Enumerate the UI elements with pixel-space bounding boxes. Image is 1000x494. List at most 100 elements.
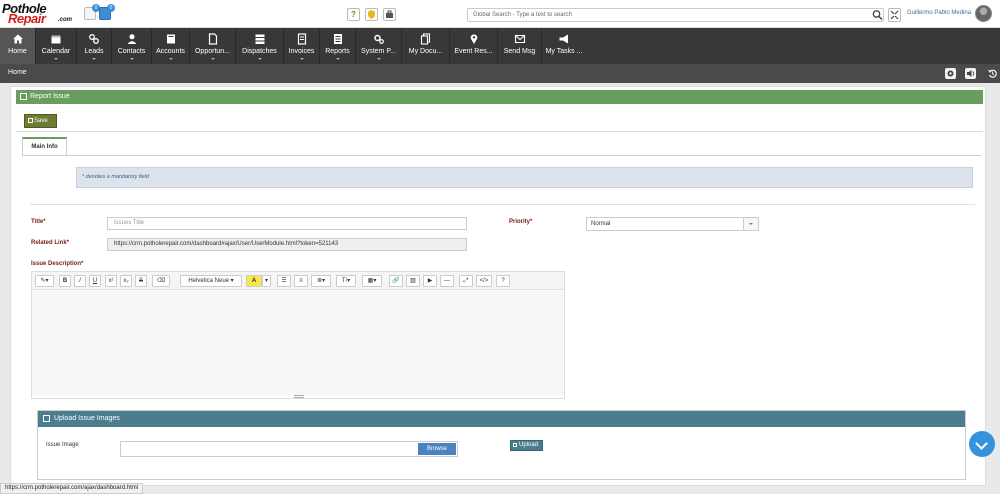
unordered-list-icon[interactable]: ☰ [277,275,291,287]
chevron-down-icon [257,58,262,60]
nav-item-event-resources[interactable]: Event Res... [450,28,498,64]
image-icon[interactable]: ▨ [406,275,420,287]
editor-help-button[interactable]: ? [496,275,510,287]
resize-handle[interactable] [294,395,304,398]
table-icon[interactable]: ▦▾ [362,275,382,287]
subscript-button[interactable]: x₂ [120,275,132,287]
browse-button[interactable]: Browse [418,443,456,455]
save-label: Save [34,118,48,124]
nav-item-home[interactable]: Home [0,28,36,64]
help-button[interactable]: ? [347,8,360,21]
editor-toolbar: ✎▾ B I U x² x₂ S ⌫ Helvetica Neue ▾ A ▾ … [32,272,564,290]
paragraph-align-icon[interactable]: ≣▾ [311,275,331,287]
italic-button[interactable]: I [74,275,86,287]
user-name[interactable]: Guillermo Pablo Medina [907,10,971,16]
issue-image-file-input[interactable]: Browse [120,441,458,457]
invoice-icon [297,33,306,45]
chevron-down-icon [299,58,304,60]
fullscreen-icon[interactable] [888,8,901,22]
font-family-select[interactable]: Helvetica Neue ▾ [180,275,242,287]
nav-item-system-preferences[interactable]: System P... [356,28,402,64]
underline-button[interactable]: U [89,275,101,287]
shield-icon[interactable] [365,8,378,21]
settings-gear-icon[interactable] [945,68,956,79]
strikethrough-button[interactable]: S [135,275,147,287]
upload-images-header: Upload Issue Images [38,411,965,427]
nav-item-calendar[interactable]: Calendar [36,28,77,64]
chevron-down-icon [335,58,340,60]
book-icon [166,34,175,44]
priority-select[interactable]: Normal [586,217,759,231]
history-icon[interactable] [987,68,998,79]
notifications-icon[interactable]: 0 [84,4,100,20]
chevron-down-icon [129,58,134,60]
nav-item-my-tasks[interactable]: My Tasks ... [542,28,586,64]
text-color-button[interactable]: A [246,275,262,287]
chevron-down-icon[interactable] [743,218,758,230]
chevron-down-icon [376,58,381,60]
nav-label: Contacts [117,48,146,55]
related-link-field[interactable]: https://crm.potholerepair.com/dashboard#… [107,238,467,251]
nav-item-contacts[interactable]: Contacts [112,28,152,64]
issue-description-textarea[interactable] [32,291,564,395]
upload-icon [513,443,517,447]
nav-item-my-documents[interactable]: My Docu... [402,28,450,64]
floppy-disk-icon [28,118,33,123]
bold-button[interactable]: B [59,275,71,287]
fullscreen-icon[interactable]: ⤢ [459,275,473,287]
files-icon [420,33,430,45]
priority-value: Normal [591,221,611,227]
scroll-down-button[interactable] [969,431,995,457]
eraser-icon[interactable]: ⌫ [152,275,170,287]
nav-item-leads[interactable]: Leads [77,28,112,64]
briefcase-icon[interactable] [383,8,396,21]
avatar[interactable] [975,5,992,22]
nav-item-accounts[interactable]: Accounts [152,28,190,64]
superscript-button[interactable]: x² [105,275,117,287]
chevron-down-icon[interactable]: ▾ [262,275,271,287]
priority-label: Priority* [509,219,533,225]
nav-label: Invoices [288,48,315,55]
style-magic-wand-icon[interactable]: ✎▾ [35,275,54,287]
title-input[interactable]: Issues Title [107,217,467,230]
related-link-label: Related Link* [31,240,70,246]
report-issue-title: Report Issue [30,93,70,100]
title-label: Title* [31,219,46,225]
nav-item-opportunities[interactable]: Opportun... [190,28,236,64]
horizontal-rule-icon[interactable]: — [440,275,454,287]
home-icon [12,34,23,44]
upload-button[interactable]: Upload [510,440,543,451]
nav-label: My Tasks ... [545,48,583,55]
code-view-icon[interactable]: </> [476,275,492,287]
ordered-list-icon[interactable]: ≡ [294,275,308,287]
nav-label: Calendar [41,48,71,55]
tasks-list-icon[interactable]: 0 [99,4,115,20]
potholerepair-logo[interactable]: Pothole Repair .com [2,1,76,26]
gears-icon [373,34,384,44]
document-icon [208,33,217,45]
tasks-badge: 0 [107,4,115,12]
breadcrumb: Home [0,64,1000,83]
breadcrumb-home[interactable]: Home [8,69,27,76]
save-button[interactable]: Save [24,114,57,128]
nav-label: Opportun... [194,48,231,55]
volume-icon[interactable] [965,68,976,79]
nav-item-dispatches[interactable]: Dispatches [236,28,284,64]
link-icon [89,34,99,44]
divider [16,131,983,132]
line-height-select[interactable]: T⁞▾ [336,275,356,287]
tab-main-info[interactable]: Main Info [22,137,67,155]
report-icon [333,34,342,44]
issue-image-label: Issue Image [46,442,79,448]
nav-item-invoices[interactable]: Invoices [284,28,320,64]
nav-item-reports[interactable]: Reports [320,28,356,64]
search-icon[interactable] [871,8,884,22]
global-search-input[interactable]: Global Search - Type a text to search [467,8,884,22]
nav-item-send-msg[interactable]: Send Msg [498,28,542,64]
nav-label: System P... [361,48,396,55]
report-issue-panel: Report Issue Save Main Info * denotes a … [10,86,986,486]
mandatory-field-note: * denotes a mandatory field [76,167,973,188]
video-icon[interactable]: ▶ [423,275,437,287]
link-icon[interactable]: 🔗 [389,275,403,287]
envelope-icon [514,34,525,44]
